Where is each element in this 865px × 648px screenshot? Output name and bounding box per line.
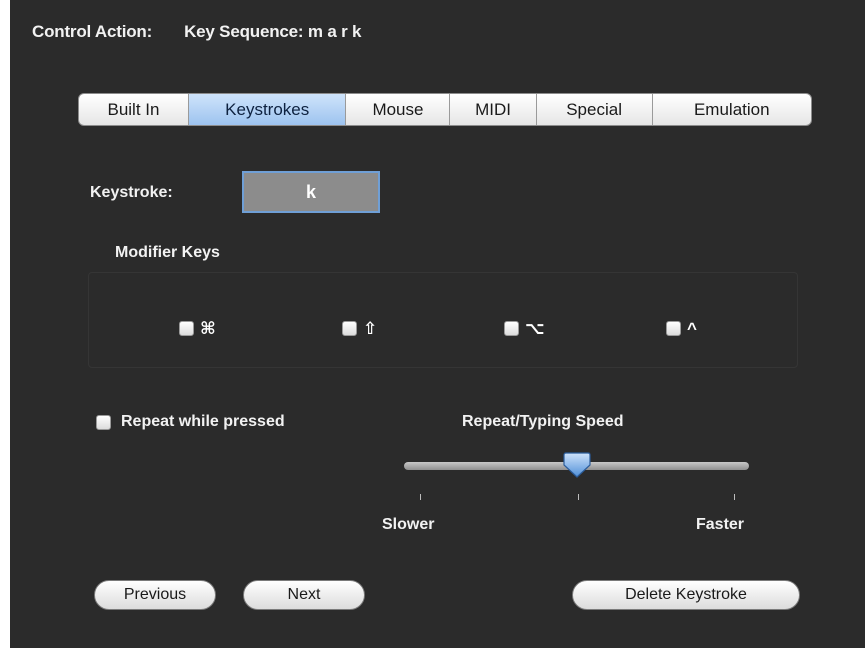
slider-tick [420,494,421,500]
control-icon: ^ [687,319,697,338]
tab-midi[interactable]: MIDI [450,94,537,125]
option-checkbox[interactable] [504,321,519,336]
modifier-command[interactable]: ⌘ [179,320,216,337]
slower-label: Slower [382,516,435,533]
option-icon: ⌥ [525,319,545,338]
tab-special[interactable]: Special [537,94,653,125]
repeat-checkbox[interactable] [96,414,111,430]
next-button[interactable]: Next [243,580,365,610]
speed-title: Repeat/Typing Speed [462,413,624,430]
keystroke-label: Keystroke: [90,184,173,201]
modifier-option[interactable]: ⌥ [504,320,545,337]
modifier-shift[interactable]: ⇧ [342,320,377,337]
shift-checkbox[interactable] [342,321,357,336]
key-sequence-label: Key Sequence: m a r k [184,22,362,41]
repeat-label: Repeat while pressed [121,413,285,430]
action-type-tabs: Built In Keystrokes Mouse MIDI Special E… [78,93,812,126]
keystroke-field[interactable]: k [242,171,380,213]
control-action-label: Control Action: [32,22,153,41]
slider-tick [734,494,735,500]
control-checkbox[interactable] [666,321,681,336]
tab-mouse[interactable]: Mouse [346,94,451,125]
command-icon: ⌘ [200,319,216,338]
command-checkbox[interactable] [179,321,194,336]
tab-emulation[interactable]: Emulation [653,94,811,125]
slider-tick [578,494,579,500]
header: Control Action: Key Sequence: m a r k [32,22,361,42]
delete-keystroke-button[interactable]: Delete Keystroke [572,580,800,610]
shift-icon: ⇧ [363,319,378,338]
modifier-keys-title: Modifier Keys [115,244,220,261]
tab-keystrokes[interactable]: Keystrokes [188,94,347,125]
faster-label: Faster [696,516,745,533]
repeat-while-pressed-option[interactable]: Repeat while pressed [96,413,285,431]
tab-built-in[interactable]: Built In [79,94,189,125]
speed-slider-knob[interactable] [562,451,592,479]
previous-button[interactable]: Previous [94,580,216,610]
modifier-control[interactable]: ^ [666,320,697,337]
